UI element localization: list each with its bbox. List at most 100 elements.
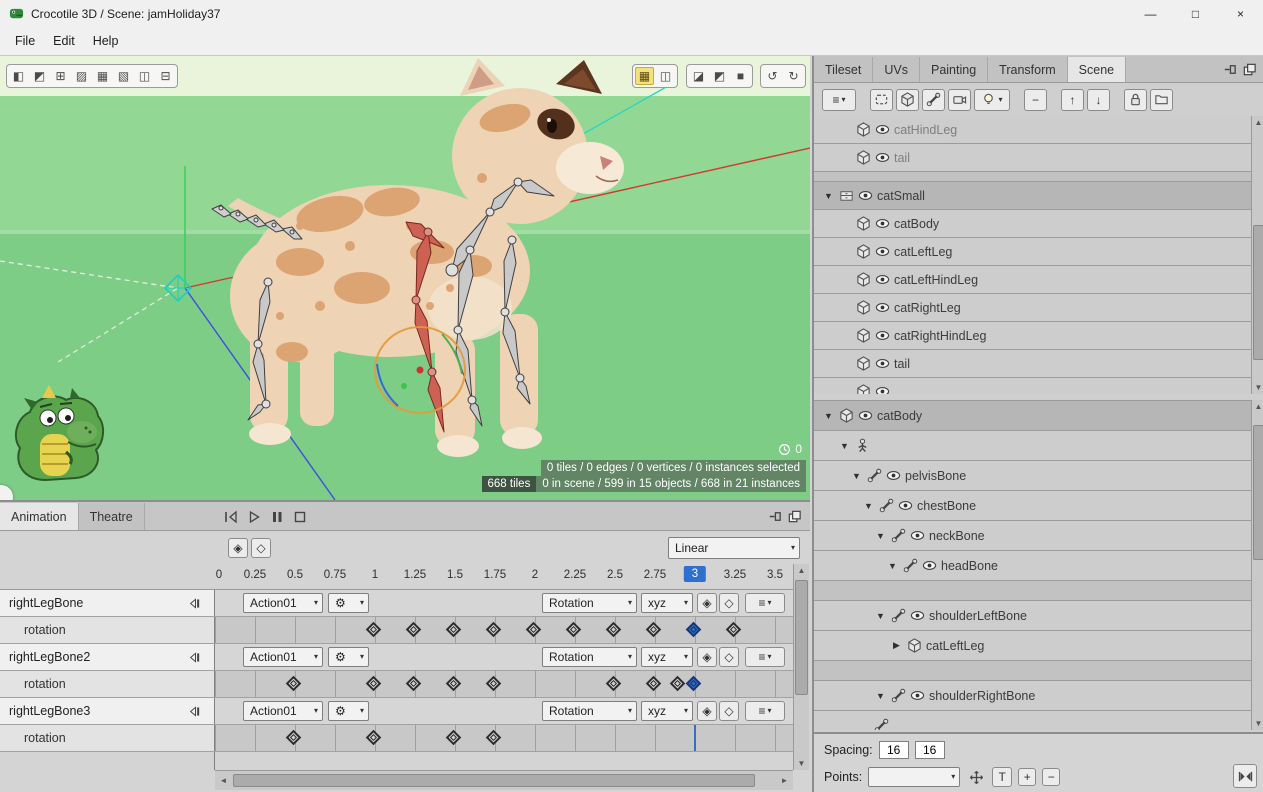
keyframe-diamond[interactable] <box>446 622 462 638</box>
tree-row[interactable]: tail <box>814 350 1251 378</box>
action-select[interactable]: Action01▾ <box>243 701 323 721</box>
maximize-button[interactable]: □ <box>1173 0 1218 27</box>
scrollbar-thumb[interactable] <box>795 580 808 695</box>
menu-file[interactable]: File <box>6 31 44 51</box>
tree-row-bone[interactable]: ▼chestBone <box>814 491 1251 521</box>
add-bone-button[interactable] <box>922 89 945 111</box>
keyframe-diamond[interactable] <box>406 676 422 692</box>
timeline-ruler[interactable]: 0 0.25 0.5 0.75 1 1.25 1.5 1.75 2 2.25 2… <box>0 564 793 590</box>
eye-icon[interactable] <box>858 188 873 203</box>
keyframe-diamond[interactable] <box>366 730 382 746</box>
viewport-tool-7-button[interactable]: ◫ <box>135 67 154 85</box>
axes-select[interactable]: xyz▾ <box>641 647 693 667</box>
skip-to-start-button[interactable] <box>220 506 241 527</box>
tree-row-bone[interactable] <box>814 711 1251 730</box>
expand-toggle[interactable]: ▼ <box>822 411 835 421</box>
move-points-button[interactable] <box>966 767 986 787</box>
keyframe-diamond[interactable] <box>446 730 462 746</box>
scroll-up-button[interactable]: ▲ <box>1252 116 1263 129</box>
viewport-tool-3-button[interactable]: ⊞ <box>51 67 70 85</box>
rotate-ccw-button[interactable]: ↺ <box>763 67 782 85</box>
eye-icon[interactable] <box>875 122 890 137</box>
tree-row-armature[interactable]: ▼ <box>814 431 1251 461</box>
eye-icon[interactable] <box>875 244 890 259</box>
interpolation-select[interactable]: Linear▾ <box>668 537 800 559</box>
keyframe-diamond[interactable] <box>486 676 502 692</box>
scene-menu-button[interactable]: ≡▾ <box>822 89 856 111</box>
keyframe-diamond[interactable] <box>686 676 702 692</box>
property-select[interactable]: Rotation▾ <box>542 647 637 667</box>
keyframe-diamond[interactable] <box>446 676 462 692</box>
viewport-tool-1-button[interactable]: ◧ <box>9 67 28 85</box>
viewport-tool-6-button[interactable]: ▧ <box>114 67 133 85</box>
text-tool-button[interactable]: T <box>992 767 1012 787</box>
dock-panel-icon[interactable] <box>1222 62 1237 77</box>
expand-toggle[interactable]: ▼ <box>874 691 887 701</box>
expand-toggle[interactable]: ▼ <box>874 531 887 541</box>
plane-b-button[interactable]: ◩ <box>710 67 729 85</box>
track-menu-button[interactable]: ≡▾ <box>745 593 785 613</box>
track-name-cell[interactable]: rightLegBone <box>0 590 215 616</box>
track-name-cell[interactable]: rightLegBone3 <box>0 698 215 724</box>
insert-keyframe-button[interactable]: ◈ <box>697 593 717 613</box>
tree-row-bone[interactable]: ▼headBone <box>814 551 1251 581</box>
select-tool-button[interactable] <box>870 89 893 111</box>
eye-icon[interactable] <box>910 528 925 543</box>
delete-keyframe-button[interactable]: ◇ <box>719 701 739 721</box>
eye-icon[interactable] <box>875 272 890 287</box>
pause-button[interactable] <box>266 506 287 527</box>
property-select[interactable]: Rotation▾ <box>542 701 637 721</box>
tree-row-bone[interactable]: ▼pelvisBone <box>814 461 1251 491</box>
tree-row-group[interactable]: ▼catSmall <box>814 182 1251 210</box>
eye-icon[interactable] <box>898 498 913 513</box>
scroll-down-button[interactable]: ▼ <box>794 757 809 770</box>
rotate-cw-button[interactable]: ↻ <box>784 67 803 85</box>
eye-icon[interactable] <box>858 408 873 423</box>
tree-row-bone[interactable]: ▼shoulderRightBone <box>814 681 1251 711</box>
points-select[interactable]: ▾ <box>868 767 960 787</box>
action-settings-select[interactable]: ⚙▾ <box>328 593 369 613</box>
scroll-right-button[interactable]: ► <box>778 774 791 787</box>
axes-select[interactable]: xyz▾ <box>641 593 693 613</box>
scrollbar-thumb[interactable] <box>1253 425 1263 560</box>
tab-painting[interactable]: Painting <box>920 57 988 82</box>
add-light-button[interactable]: ▾ <box>974 89 1010 111</box>
tree-row[interactable]: catRightLeg <box>814 294 1251 322</box>
expand-toggle[interactable]: ▼ <box>874 611 887 621</box>
ruler-current-frame[interactable]: 3 <box>684 566 706 582</box>
eye-icon[interactable] <box>886 468 901 483</box>
plane-a-button[interactable]: ◪ <box>689 67 708 85</box>
eye-icon[interactable] <box>922 558 937 573</box>
scroll-up-button[interactable]: ▲ <box>1252 400 1263 413</box>
group-folder-button[interactable] <box>1150 89 1173 111</box>
scene-tree-scrollbar[interactable]: ▲ ▼ <box>1251 116 1263 394</box>
add-camera-button[interactable] <box>948 89 971 111</box>
tree-row[interactable]: catHindLeg <box>814 116 1251 144</box>
scroll-down-button[interactable]: ▼ <box>1252 381 1263 394</box>
keyframe-pin-icon[interactable] <box>189 705 202 718</box>
keyframe-track[interactable] <box>215 617 793 643</box>
scroll-up-button[interactable]: ▲ <box>794 564 809 577</box>
popout-panel-icon[interactable] <box>1242 62 1257 77</box>
keyframe-diamond[interactable] <box>406 622 422 638</box>
popout-panel-icon[interactable] <box>787 509 802 524</box>
tab-tileset[interactable]: Tileset <box>814 57 873 82</box>
keyframe-diamond[interactable] <box>566 622 582 638</box>
eye-icon[interactable] <box>875 384 890 394</box>
add-point-button[interactable]: + <box>1018 768 1036 786</box>
move-down-button[interactable]: ↓ <box>1087 89 1110 111</box>
eye-icon[interactable] <box>875 300 890 315</box>
property-select[interactable]: Rotation▾ <box>542 593 637 613</box>
menu-help[interactable]: Help <box>84 31 128 51</box>
timeline-h-scrollbar[interactable]: ◄ ► <box>215 770 793 790</box>
expand-toggle[interactable]: ▼ <box>822 191 835 201</box>
tab-scene[interactable]: Scene <box>1068 57 1126 82</box>
track-name-cell[interactable]: rotation <box>0 617 215 643</box>
add-keyframe-button[interactable]: ◈ <box>228 538 248 558</box>
scrollbar-thumb[interactable] <box>233 774 755 787</box>
delete-keyframe-button[interactable]: ◇ <box>719 647 739 667</box>
menu-edit[interactable]: Edit <box>44 31 84 51</box>
tree-row[interactable]: catRightHindLeg <box>814 322 1251 350</box>
track-menu-button[interactable]: ≡▾ <box>745 701 785 721</box>
tab-transform[interactable]: Transform <box>988 57 1068 82</box>
